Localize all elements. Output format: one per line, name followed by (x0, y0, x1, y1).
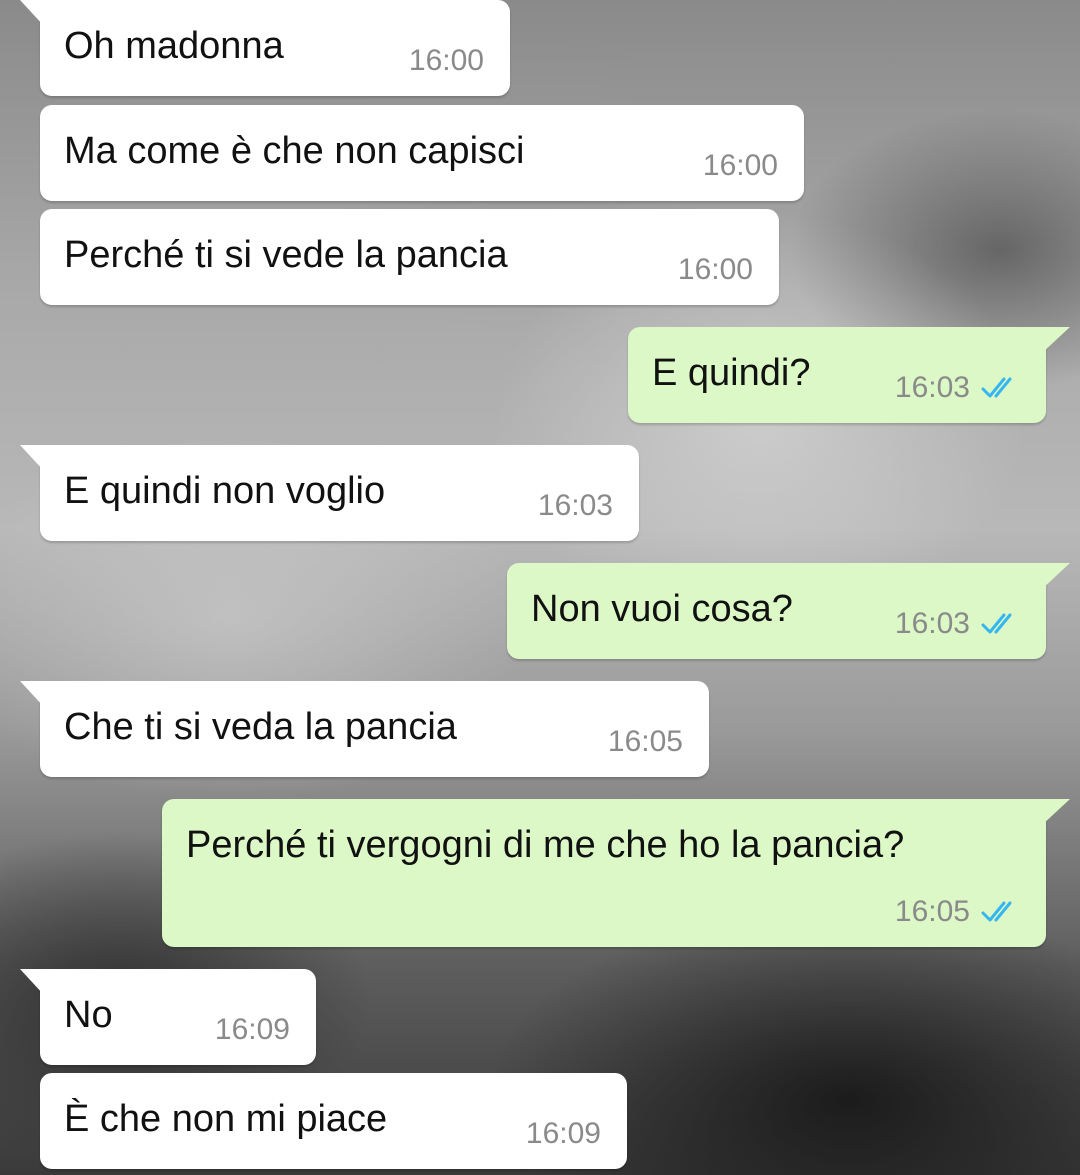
message-time: 16:05 (607, 725, 683, 758)
message-time: 16:00 (408, 44, 484, 77)
message-bubble-incoming[interactable]: Che ti si veda la pancia 16:05 (20, 681, 709, 777)
chat-thread: Oh madonna 16:00 Ma come è che non capis… (0, 0, 1080, 1175)
message-text: Perché ti si vede la pancia (64, 234, 508, 276)
message-text: Ma come è che non capisci (64, 130, 525, 172)
message-text: Oh madonna (64, 25, 284, 67)
message-bubble-outgoing[interactable]: Perché ti vergogni di me che ho la panci… (162, 799, 1070, 947)
message-text: Perché ti vergogni di me che ho la panci… (186, 824, 905, 866)
message-meta: 16:00 (678, 253, 753, 287)
message-meta: 16:03 (895, 371, 1020, 405)
message-meta: 16:09 (526, 1117, 601, 1151)
message-time: 16:03 (894, 371, 970, 404)
message-meta: 16:09 (215, 1013, 290, 1047)
read-ticks-icon (981, 613, 1012, 634)
message-text: E quindi? (652, 352, 811, 394)
read-ticks-icon (981, 901, 1012, 922)
message-time: 16:05 (894, 895, 970, 928)
read-ticks-icon (981, 377, 1012, 398)
message-bubble-incoming[interactable]: È che non mi piace 16:09 (40, 1073, 627, 1169)
message-bubble-outgoing[interactable]: E quindi? 16:03 (628, 327, 1070, 423)
message-bubble-incoming[interactable]: E quindi non voglio 16:03 (20, 445, 639, 541)
message-bubble-incoming[interactable]: Perché ti si vede la pancia 16:00 (40, 209, 779, 305)
message-bubble-incoming[interactable]: No 16:09 (20, 969, 316, 1065)
message-bubble-outgoing[interactable]: Non vuoi cosa? 16:03 (507, 563, 1070, 659)
message-bubble-incoming[interactable]: Oh madonna 16:00 (20, 0, 510, 96)
message-text: No (64, 994, 113, 1036)
message-text: Che ti si veda la pancia (64, 706, 457, 748)
message-meta: 16:03 (895, 607, 1020, 641)
message-text: E quindi non voglio (64, 470, 386, 512)
message-time: 16:09 (214, 1013, 290, 1046)
message-meta: 16:05 (895, 895, 1020, 929)
message-bubble-incoming[interactable]: Ma come è che non capisci 16:00 (40, 105, 804, 201)
message-time: 16:09 (525, 1117, 601, 1150)
message-time: 16:03 (537, 489, 613, 522)
message-text: Non vuoi cosa? (531, 588, 793, 630)
message-meta: 16:05 (608, 725, 683, 759)
message-time: 16:03 (894, 607, 970, 640)
message-time: 16:00 (677, 253, 753, 286)
message-text: È che non mi piace (64, 1098, 388, 1140)
message-time: 16:00 (702, 149, 778, 182)
message-meta: 16:03 (538, 489, 613, 523)
message-meta: 16:00 (409, 44, 484, 78)
message-meta: 16:00 (703, 149, 778, 183)
